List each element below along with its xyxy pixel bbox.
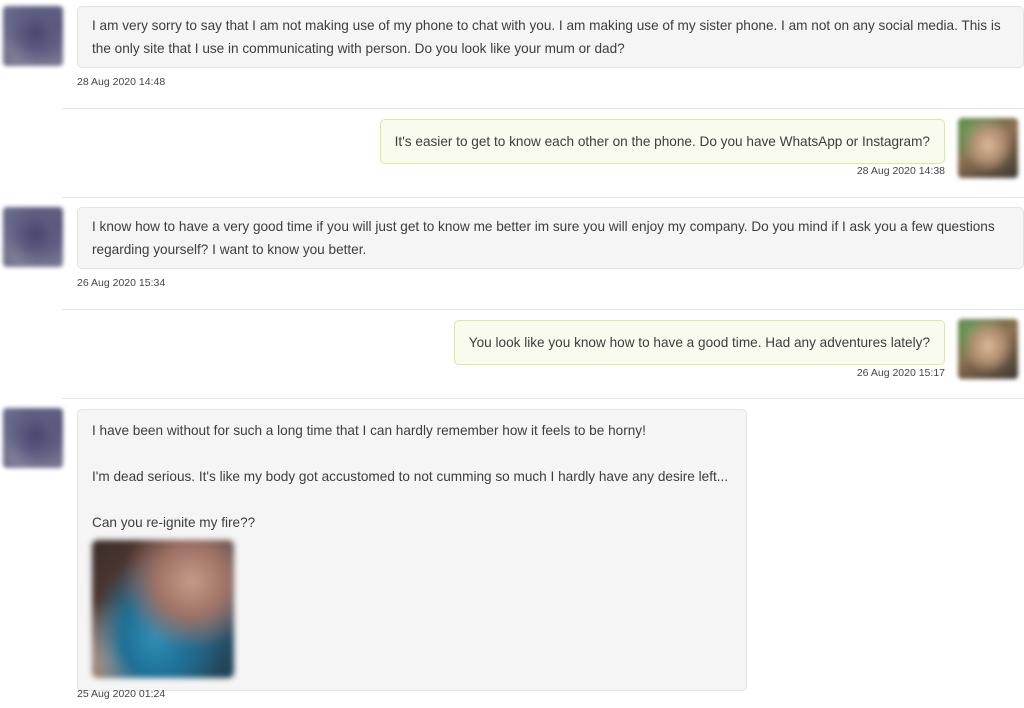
message-divider xyxy=(62,398,1024,399)
message-timestamp: 26 Aug 2020 15:17 xyxy=(856,367,945,379)
sender-avatar[interactable] xyxy=(3,6,63,66)
message-paragraph: I have been without for such a long time… xyxy=(92,423,646,438)
message-text: I am very sorry to say that I am not mak… xyxy=(92,18,1001,56)
message-text: You look like you know how to have a goo… xyxy=(468,335,930,350)
message-divider xyxy=(62,309,1024,310)
message-divider xyxy=(62,197,1024,198)
own-avatar[interactable] xyxy=(958,118,1018,178)
incoming-message-bubble: I know how to have a very good time if y… xyxy=(77,207,1024,269)
message-divider xyxy=(62,108,1024,109)
message-text: I know how to have a very good time if y… xyxy=(92,219,995,257)
message-timestamp: 26 Aug 2020 15:34 xyxy=(77,277,166,289)
message-paragraph: Can you re-ignite my fire?? xyxy=(92,515,256,530)
message-timestamp: 28 Aug 2020 14:38 xyxy=(856,165,945,177)
message-timestamp: 28 Aug 2020 14:48 xyxy=(77,76,166,88)
message-timestamp: 25 Aug 2020 01:24 xyxy=(77,688,166,700)
incoming-message-bubble: I have been without for such a long time… xyxy=(77,409,747,691)
message-text: It's easier to get to know each other on… xyxy=(394,134,930,149)
incoming-message-bubble: I am very sorry to say that I am not mak… xyxy=(77,6,1024,68)
sender-avatar[interactable] xyxy=(3,408,63,468)
outgoing-message-bubble: You look like you know how to have a goo… xyxy=(453,320,945,365)
outgoing-message-bubble: It's easier to get to know each other on… xyxy=(379,119,945,164)
attached-photo[interactable] xyxy=(92,540,234,678)
own-avatar[interactable] xyxy=(958,319,1018,379)
sender-avatar[interactable] xyxy=(3,207,63,267)
message-paragraph: I'm dead serious. It's like my body got … xyxy=(92,469,729,484)
